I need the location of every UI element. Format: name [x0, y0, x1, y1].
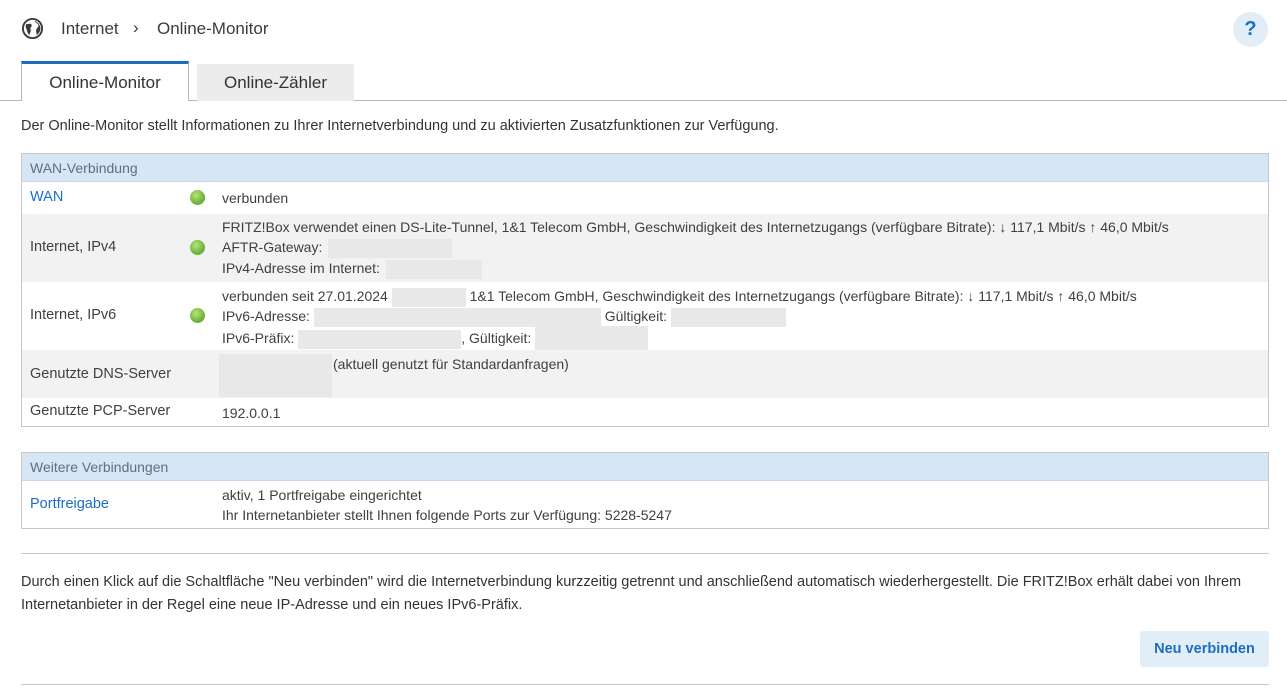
intro-text: Der Online-Monitor stellt Informationen … — [21, 118, 779, 134]
dns-row: Genutzte DNS-Server (aktuell genutzt für… — [22, 350, 1268, 398]
breadcrumb-current-page: Online-Monitor — [157, 19, 269, 38]
wan-link[interactable]: WAN — [30, 189, 63, 205]
ipv6-provider-speed: 1&1 Telecom GmbH, Geschwindigkeit des In… — [469, 288, 1137, 304]
wan-row: WAN verbunden — [22, 182, 1268, 214]
redacted-value — [298, 330, 462, 349]
redacted-value — [670, 307, 786, 327]
divider — [21, 684, 1269, 685]
ipv6-prefix-line: IPv6-Präfix: , Gültigkeit: — [222, 326, 649, 353]
redacted-value — [391, 287, 466, 307]
redacted-value — [328, 238, 453, 258]
redacted-value — [219, 354, 332, 397]
aftr-gateway-line: AFTR-Gateway: — [222, 237, 453, 258]
status-led-icon — [190, 190, 205, 205]
pcp-value: 192.0.0.1 — [222, 405, 281, 421]
ipv6-validity-label: Gültigkeit: — [604, 308, 667, 324]
redacted-value — [535, 326, 649, 353]
portfreigabe-row: Portfreigabe aktiv, 1 Portfreigabe einge… — [22, 481, 1268, 528]
ipv4-address-label: IPv4-Adresse im Internet: — [222, 260, 380, 276]
redacted-value — [385, 259, 482, 279]
aftr-gateway-label: AFTR-Gateway: — [222, 239, 323, 255]
breadcrumb-internet[interactable]: Internet — [61, 19, 119, 39]
portfreigabe-ports: Ihr Internetanbieter stellt Ihnen folgen… — [222, 507, 672, 523]
more-connections-header: Weitere Verbindungen — [22, 453, 1268, 481]
reconnect-button[interactable]: Neu verbinden — [1140, 631, 1269, 667]
portfreigabe-link[interactable]: Portfreigabe — [30, 496, 109, 512]
ipv6-prefix-validity-label: , Gültigkeit: — [461, 330, 532, 347]
dns-label: Genutzte DNS-Server — [30, 366, 172, 382]
ipv6-connected-line: verbunden seit 27.01.2024 1&1 Telecom Gm… — [222, 286, 1137, 307]
tab-online-zaehler[interactable]: Online-Zähler — [197, 64, 354, 101]
wan-panel-header: WAN-Verbindung — [22, 154, 1268, 182]
chevron-right-icon: › — [133, 18, 139, 37]
status-led-icon — [190, 308, 205, 323]
pcp-row: Genutzte PCP-Server 192.0.0.1 — [22, 398, 1268, 426]
divider — [21, 553, 1269, 554]
portfreigabe-status: aktiv, 1 Portfreigabe eingerichtet — [222, 487, 422, 503]
ipv4-address-line: IPv4-Adresse im Internet: — [222, 258, 482, 279]
ipv6-address-line: IPv6-Adresse: Gültigkeit: — [222, 306, 786, 327]
tab-online-monitor[interactable]: Online-Monitor — [21, 61, 189, 101]
dns-note: (aktuell genutzt für Standardanfragen) — [333, 356, 569, 372]
tab-bar: Online-Monitor Online-Zähler — [0, 61, 1287, 101]
ipv4-label: Internet, IPv4 — [30, 239, 117, 255]
pcp-label: Genutzte PCP-Server — [30, 403, 171, 419]
ipv4-info-line: FRITZ!Box verwendet einen DS-Lite-Tunnel… — [222, 219, 1169, 235]
ipv6-row: Internet, IPv6 verbunden seit 27.01.2024… — [22, 282, 1268, 353]
globe-icon — [21, 17, 44, 40]
ipv4-row: Internet, IPv4 FRITZ!Box verwendet einen… — [22, 214, 1268, 282]
ipv6-prefix-label: IPv6-Präfix: — [222, 330, 295, 347]
more-connections-panel: Weitere Verbindungen Portfreigabe aktiv,… — [21, 452, 1269, 529]
ipv6-label: Internet, IPv6 — [30, 307, 117, 323]
ipv6-connected-since: verbunden seit 27.01.2024 — [222, 288, 388, 304]
status-led-icon — [190, 240, 205, 255]
wan-panel: WAN-Verbindung WAN verbunden Internet, I… — [21, 153, 1269, 427]
help-button[interactable]: ? — [1233, 12, 1268, 47]
page-header: Internet › Online-Monitor ? — [0, 0, 1287, 58]
wan-status: verbunden — [222, 190, 289, 206]
redacted-value — [313, 307, 601, 327]
ipv6-address-label: IPv6-Adresse: — [222, 308, 310, 324]
reconnect-note: Durch einen Klick auf die Schaltfläche "… — [21, 574, 1242, 613]
